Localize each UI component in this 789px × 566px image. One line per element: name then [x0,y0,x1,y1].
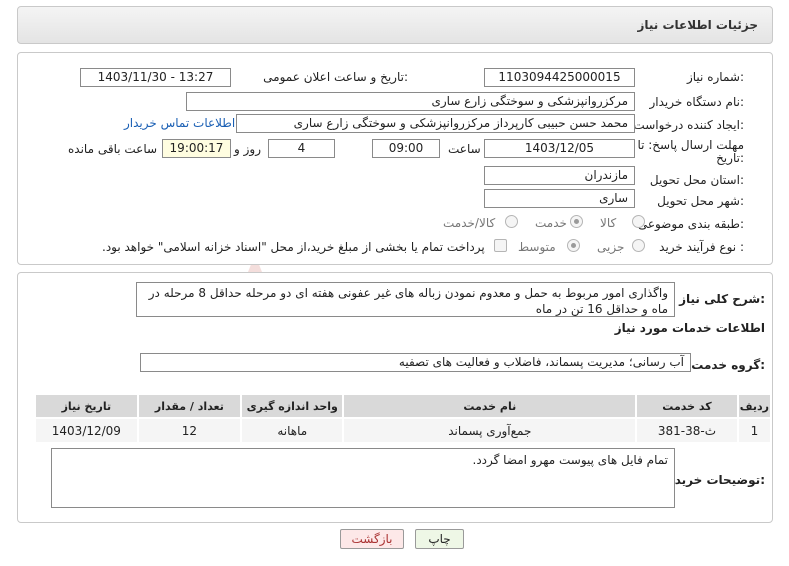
back-button[interactable]: بازگشت [340,529,404,549]
service-group-label: گروه خدمت: [691,358,765,372]
summary-label: شرح کلی نیاز: [679,292,765,306]
buyer-notes-textarea: تمام فایل های پیوست مهرو امضا گردد. [51,448,675,508]
cell-unit: ماهانه [240,417,345,444]
cell-row: 1 [736,417,773,444]
city-label: شهر محل تحویل: [657,194,744,208]
panel-header: جزئیات اطلاعات نیاز [17,6,773,44]
need-number-label: شماره نیاز: [686,70,744,84]
summary-textarea: واگذاری امور مربوط به حمل و معدوم نمودن … [136,282,675,317]
buyer-contact-link[interactable]: اطلاعات تماس خریدار [124,116,235,130]
table-row: 1 ث-38-381 جمع‌آوری پسماند ماهانه 12 140… [34,417,773,444]
deadline-time-field: 09:00 [372,139,440,158]
deadline-date-field: 1403/12/05 [484,139,635,158]
creator-label: ایجاد کننده درخواست: [633,118,744,132]
process-option-minor: جزیی [597,240,625,254]
process-option-medium: متوسط [518,240,556,254]
deadline-time-label: ساعت [448,142,481,156]
process-radio-minor[interactable] [632,239,645,252]
buyer-org-label: نام دستگاه خریدار: [649,95,745,109]
creator-field: محمد حسن حبیبی کارپرداز مرکزروانپزشکی و … [236,114,635,133]
category-radio-goods-service[interactable] [505,215,518,228]
col-row: ردیف [736,393,773,419]
announce-datetime-field: 1403/11/30 - 13:27 [80,68,231,87]
col-quantity: تعداد / مقدار [136,393,243,419]
print-button[interactable]: چاپ [415,529,464,549]
buyer-notes-text: تمام فایل های پیوست مهرو امضا گردد. [472,453,668,467]
process-label: نوع فرآیند خرید : [659,240,744,254]
col-date: تاریخ نیاز [34,393,139,419]
col-name: نام خدمت [342,393,638,419]
col-unit: واحد اندازه گیری [240,393,345,419]
cell-code: ث-38-381 [635,417,739,444]
category-option-goods: کالا [600,216,617,230]
category-option-goods-service: کالا/خدمت [443,216,496,230]
need-number-field: 1103094425000015 [484,68,635,87]
category-label: طبقه بندی موضوعی: [637,217,744,231]
buyer-notes-label: توضیحات خریدار: [663,473,765,487]
province-label: استان محل تحویل: [649,173,744,187]
days-remaining-field: 4 [268,139,335,158]
category-radio-goods[interactable] [632,215,645,228]
service-group-field: آب رسانی؛ مدیریت پسماند، فاضلاب و فعالیت… [140,353,691,372]
city-field: ساری [484,189,635,208]
days-label: روز و [234,142,261,156]
province-field: مازندران [484,166,635,185]
category-radio-service[interactable] [570,215,583,228]
remaining-time-field: 19:00:17 [162,139,231,158]
deadline-label-date: تاریخ: [716,151,744,165]
category-option-service: خدمت [535,216,567,230]
services-table: ردیف کد خدمت نام خدمت واحد اندازه گیری ت… [34,393,773,444]
deadline-label: مهلت ارسال پاسخ: تا [637,138,744,152]
col-code: کد خدمت [635,393,739,419]
services-section-title: اطلاعات خدمات مورد نیاز [614,321,765,335]
announce-label: تاریخ و ساعت اعلان عمومی: [263,70,408,84]
cell-name: جمع‌آوری پسماند [342,417,638,444]
remaining-time-label: ساعت باقی مانده [68,142,158,156]
process-radio-medium[interactable] [567,239,580,252]
cell-quantity: 12 [136,417,243,444]
services-table-header: ردیف کد خدمت نام خدمت واحد اندازه گیری ت… [34,393,773,419]
buyer-org-field: مرکزروانپزشکی و سوختگی زارع ساری [186,92,635,111]
page-title: جزئیات اطلاعات نیاز [637,18,758,32]
treasury-payment-note: پرداخت تمام یا بخشی از مبلغ خرید،از محل … [102,240,485,254]
cell-date: 1403/12/09 [34,417,139,444]
treasury-payment-checkbox[interactable] [494,239,507,252]
summary-text: واگذاری امور مربوط به حمل و معدوم نمودن … [148,286,668,316]
